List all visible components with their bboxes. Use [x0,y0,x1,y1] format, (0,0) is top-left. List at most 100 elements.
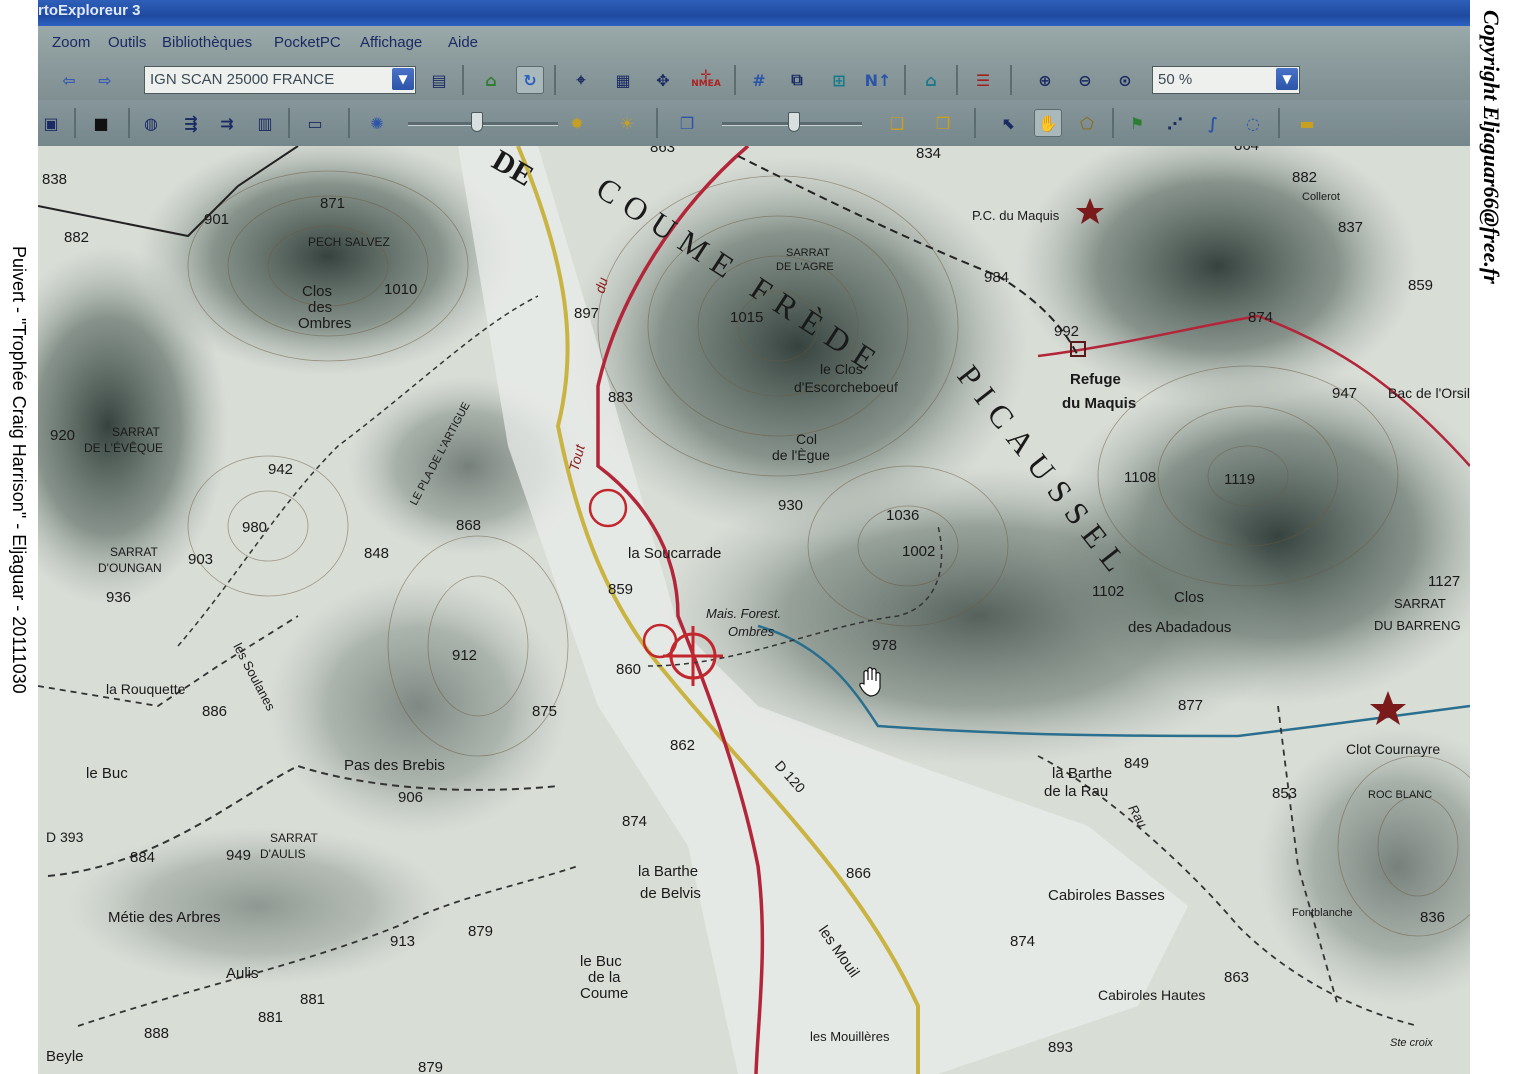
home-icon[interactable]: ⌂ [478,67,504,93]
elevation: 863 [650,146,675,156]
map-list-icon[interactable]: ▤ [426,67,452,93]
label-clos-ombres-2: des [308,299,332,316]
area-icon[interactable]: ◌ [1240,110,1266,136]
map-selector[interactable]: IGN SCAN 25000 FRANCE ▼ [144,66,416,94]
elevation: 1002 [902,543,935,560]
separator [348,108,350,138]
zoom-selector[interactable]: 50 % ▼ [1152,66,1300,94]
select-tool-icon[interactable]: ⬉ [996,110,1022,136]
elevation: 1010 [384,281,417,298]
label-sarrat-eveque-2: DE L'ÉVÊQUE [84,440,163,455]
separator [288,108,290,138]
elevation: 1108 [1124,469,1156,486]
north-up-button[interactable]: N ↑ [862,67,894,93]
layers-icon[interactable]: ⧉ [784,67,810,93]
separator [1278,108,1280,138]
forward-arrow-icon[interactable]: ⇨ [92,67,118,93]
hand-tool-icon[interactable]: ✋ [1034,109,1062,137]
label-pech-salvee: PECH SALVEZ [308,235,390,249]
elevation: 942 [268,461,293,478]
refresh-icon[interactable]: ↻ [516,66,544,94]
polygon-tool-icon[interactable]: ⬠ [1074,110,1100,136]
elevation: 859 [608,581,633,598]
label-sarrat-aulis-2: D'AULIS [260,847,306,861]
page-icon[interactable]: ▥ [252,110,278,136]
separator [128,108,130,138]
elevation: 871 [320,195,345,212]
elevation: 853 [1272,785,1297,802]
elevation: 884 [130,849,155,866]
menu-aide[interactable]: Aide [448,34,478,51]
track-icon[interactable]: ∫ [1200,110,1226,136]
menu-pocketpc[interactable]: PocketPC [274,34,341,51]
elevation: 888 [144,1025,169,1042]
label-beyle: Beyle [46,1048,84,1065]
menu-affichage[interactable]: Affichage [360,34,422,51]
import-icon[interactable]: ⇉ [214,110,240,136]
label-barthe-belvis-1: la Barthe [638,863,698,880]
label-collerot: Collerot [1302,191,1340,203]
elevation: 949 [226,847,251,864]
export-icon[interactable]: ⇶ [178,110,204,136]
ruler-icon[interactable]: ▬ [1294,110,1320,136]
stop-icon[interactable]: ■ [88,110,114,136]
route-points-icon[interactable]: ⋰ [1162,110,1188,136]
secondary-toolbar: ▣ ■ ◍ ⇶ ⇉ ▥ ▭ ✺ ✹ ☀ ❐ ❑ ❒ ⬉ ✋ ⬠ ⚑ ⋰ ∫ ◌ … [38,100,1470,148]
elevation: 881 [258,1009,283,1026]
menu-zoom[interactable]: Zoom [52,34,90,51]
elevation: 1127 [1428,573,1460,590]
back-arrow-icon[interactable]: ⇦ [56,67,82,93]
label-clos-abadadous-1: Clos [1174,589,1204,606]
elevation: 947 [1332,385,1357,402]
contrast-high-icon[interactable]: ❑ [884,110,910,136]
flag-icon[interactable]: ⚑ [1124,110,1150,136]
label-clos-escorcheboeuf-1: le Clos [820,361,863,377]
elevation: 868 [456,517,481,534]
label-barthe-belvis-2: de Belvis [640,885,701,902]
zoom-out-icon[interactable]: ⊖ [1072,67,1098,93]
globe-icon[interactable]: ◍ [138,110,164,136]
brightness-high-icon[interactable]: ✹ [564,110,590,136]
brightness-reset-icon[interactable]: ☀ [614,110,640,136]
add-point-icon[interactable]: ⊞ [826,67,852,93]
brightness-low-icon[interactable]: ✺ [364,110,390,136]
nmea-button[interactable]: ✛ NMEA [688,67,724,93]
elevation: 1036 [886,507,919,524]
zoom-in-icon[interactable]: ⊕ [1032,67,1058,93]
label-la-rouquette: la Rouquette [106,681,186,697]
house-icon[interactable]: ⌂ [918,67,944,93]
chevron-down-icon[interactable]: ▼ [1276,68,1298,90]
elevation: 838 [42,171,67,188]
elevation: 984 [984,269,1009,286]
compass-icon[interactable]: ✥ [650,67,676,93]
contrast-slider-thumb[interactable] [788,112,800,132]
list-icon[interactable]: ☰ [970,67,996,93]
folder-icon[interactable]: ▭ [302,110,328,136]
grid-icon[interactable]: # [746,67,772,93]
brightness-slider-thumb[interactable] [471,112,483,132]
label-sarrat-barreng-1: SARRAT [1394,596,1446,611]
nmea-label: NMEA [691,79,721,89]
right-caption: Copyright Eljaguar66@free.fr [1479,10,1504,284]
contrast-reset-icon[interactable]: ❒ [930,110,956,136]
separator [734,65,736,95]
topo-map[interactable]: DE COUME FRÈDE PICAUSSEL PECH SALVEZ Clo… [38,146,1470,1074]
contrast-low-icon[interactable]: ❐ [674,110,700,136]
screen-photo: rtoExploreur 3 Zoom Outils Bibliothèques… [38,0,1470,1074]
menu-bibliotheques[interactable]: Bibliothèques [162,34,252,51]
panel-icon[interactable]: ▣ [38,110,64,136]
gps-device-icon[interactable]: ▦ [610,67,636,93]
elevation: 866 [846,865,871,882]
elevation: 893 [1048,1039,1073,1056]
binoculars-icon[interactable]: ⌖ [568,67,594,93]
elevation: 1102 [1092,583,1124,600]
label-buc-coume-1: le Buc [580,953,622,970]
elevation: 980 [242,519,267,536]
separator [956,65,958,95]
label-sarrat-agre-2: DE L'AGRE [776,261,834,273]
brightness-slider[interactable] [408,122,558,126]
zoom-fit-icon[interactable]: ⊙ [1112,67,1138,93]
menu-outils[interactable]: Outils [108,34,146,51]
chevron-down-icon[interactable]: ▼ [392,68,414,90]
label-clos-ombres-3: Ombres [298,315,351,332]
